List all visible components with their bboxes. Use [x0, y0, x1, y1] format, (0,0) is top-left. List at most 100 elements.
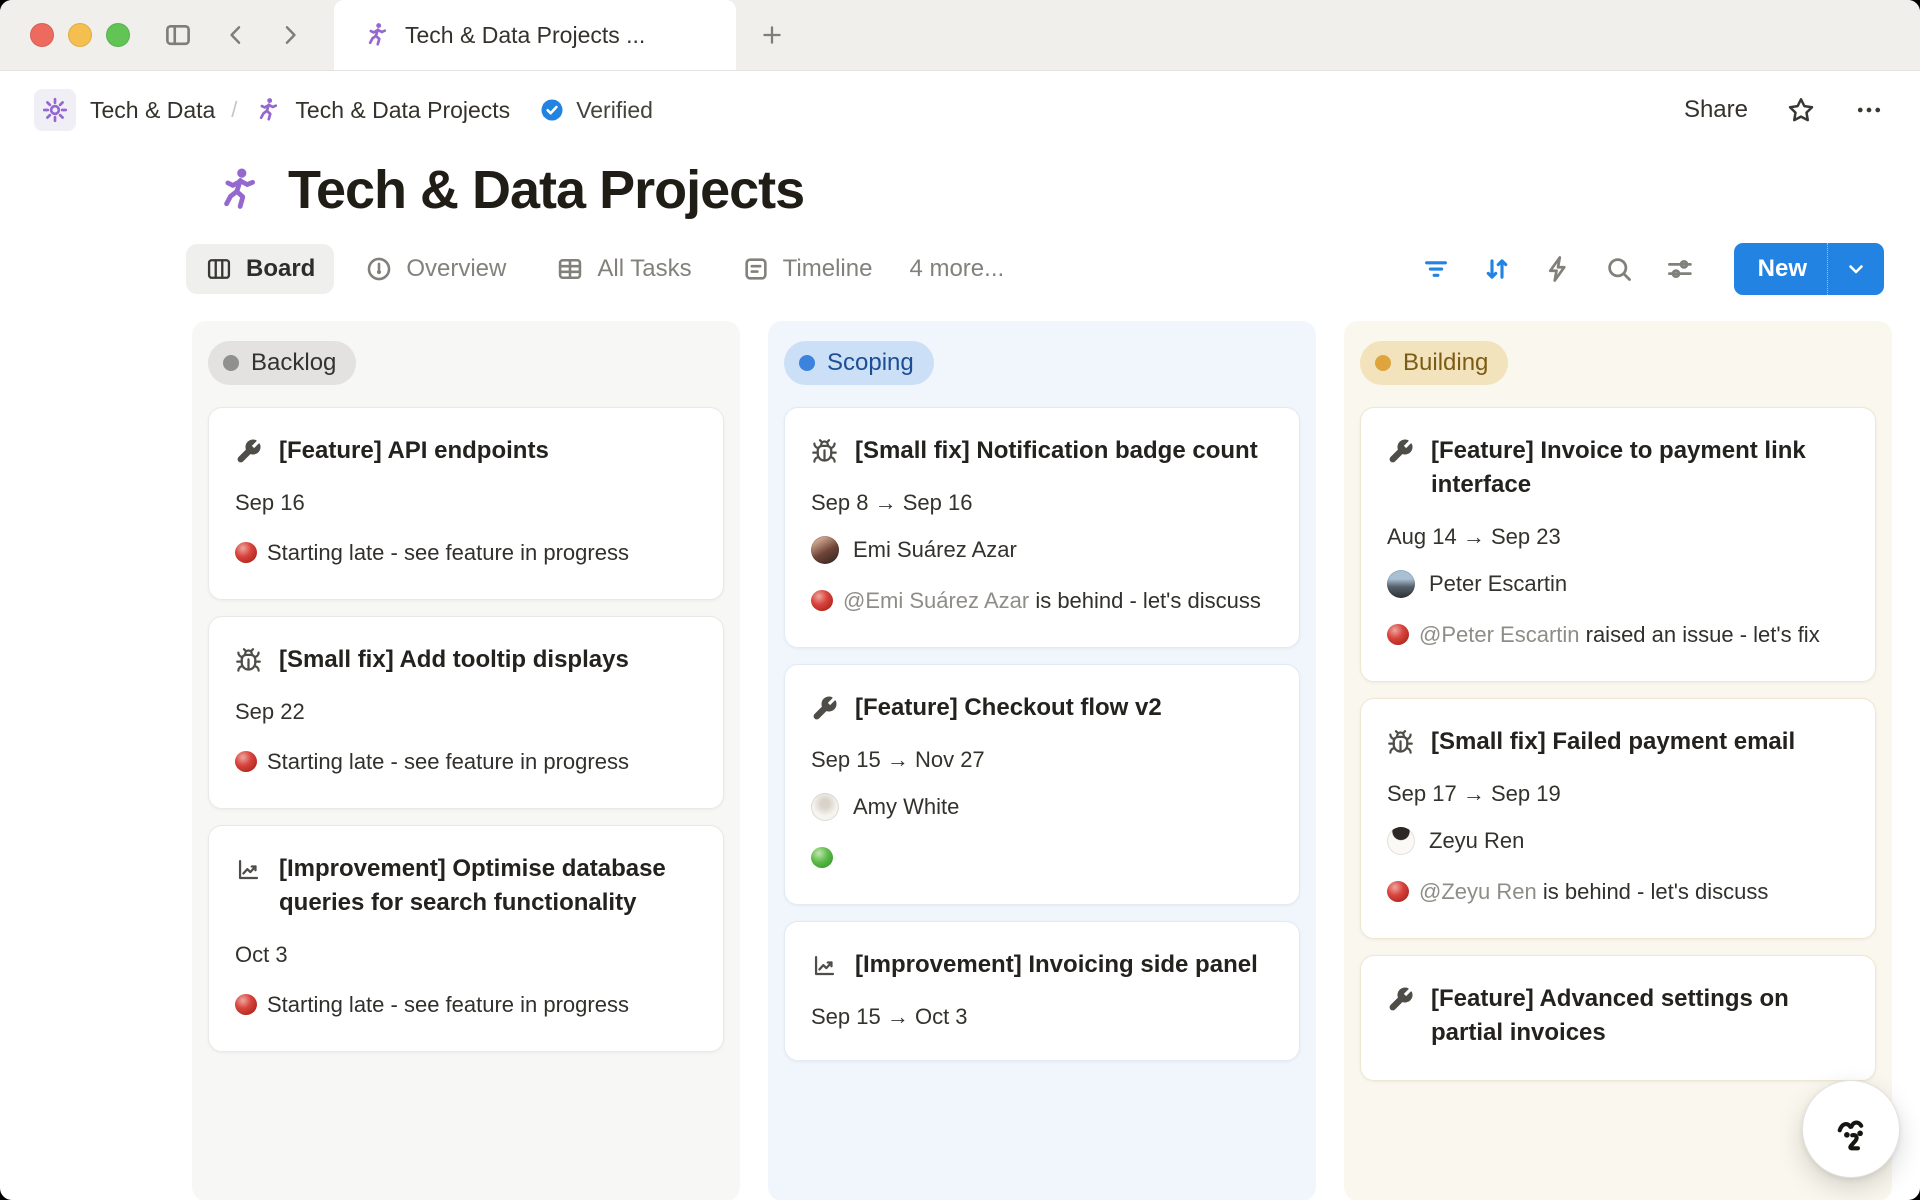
card-title: [Feature] API endpoints — [279, 434, 549, 468]
task-card[interactable]: [Improvement] Optimise database queries … — [208, 825, 724, 1052]
task-card[interactable]: [Small fix] Add tooltip displays Sep 22 … — [208, 616, 724, 809]
window-chrome: Tech & Data Projects ... — [0, 0, 1920, 71]
close-window-button[interactable] — [30, 23, 54, 47]
column-scoping: Scoping [Small fix] Notification badge c… — [768, 321, 1316, 1200]
back-icon[interactable] — [216, 15, 256, 55]
card-title: [Small fix] Failed payment email — [1431, 725, 1795, 759]
avatar — [811, 793, 839, 821]
sort-icon[interactable] — [1480, 252, 1514, 286]
status-dot-blue — [799, 355, 815, 371]
page-title[interactable]: Tech & Data Projects — [288, 159, 804, 221]
card-status: @Peter Escartin raised an issue - let's … — [1387, 618, 1849, 651]
minimize-window-button[interactable] — [68, 23, 92, 47]
verified-badge[interactable]: Verified — [538, 96, 653, 124]
new-button[interactable]: New — [1734, 243, 1827, 295]
sidebar-toggle-icon[interactable] — [158, 15, 198, 55]
column-building: Building [Feature] Invoice to payment li… — [1344, 321, 1892, 1200]
column-header-backlog[interactable]: Backlog — [208, 341, 356, 385]
new-tab-icon[interactable] — [752, 15, 792, 55]
card-status: @Emi Suárez Azar is behind - let's discu… — [811, 584, 1273, 617]
filter-icon[interactable] — [1419, 252, 1453, 286]
chevron-down-icon[interactable] — [1828, 243, 1884, 295]
card-status: Starting late - see feature in progress — [235, 988, 697, 1021]
card-date: Sep 8 → Sep 16 — [811, 490, 1273, 516]
breadcrumb-separator: / — [231, 97, 237, 123]
new-button-group: New — [1734, 243, 1884, 295]
share-button[interactable]: Share — [1684, 96, 1748, 124]
status-dot-yellow — [1375, 355, 1391, 371]
lightning-icon[interactable] — [1541, 252, 1575, 286]
card-date: Sep 22 — [235, 699, 697, 725]
overview-icon — [365, 255, 393, 283]
card-title-row: [Small fix] Failed payment email — [1387, 725, 1849, 759]
app-tab[interactable]: Tech & Data Projects ... — [334, 0, 736, 70]
card-title: [Small fix] Add tooltip displays — [279, 643, 629, 677]
card-status — [811, 841, 1273, 874]
assignee-name: Emi Suárez Azar — [853, 537, 1017, 563]
red-status-dot — [235, 542, 257, 563]
status-mention: @Peter Escartin — [1419, 622, 1580, 647]
header-actions: Share — [1684, 95, 1884, 125]
card-title-row: [Feature] Advanced settings on partial i… — [1387, 982, 1849, 1050]
card-title: [Feature] Checkout flow v2 — [855, 691, 1162, 725]
page-header: Tech & Data Projects — [0, 143, 1920, 231]
tab-timeline[interactable]: Timeline — [723, 244, 892, 294]
runner-icon — [253, 96, 281, 124]
card-assignee: Peter Escartin — [1387, 570, 1849, 598]
red-status-dot — [1387, 881, 1409, 902]
view-toolbar: New — [1419, 243, 1884, 295]
column-header-building[interactable]: Building — [1360, 341, 1508, 385]
card-title: [Feature] Advanced settings on partial i… — [1431, 982, 1849, 1050]
task-card[interactable]: [Feature] Checkout flow v2 Sep 15 → Nov … — [784, 664, 1300, 905]
task-card[interactable]: [Small fix] Failed payment email Sep 17 … — [1360, 698, 1876, 939]
forward-icon[interactable] — [270, 15, 310, 55]
assignee-name: Zeyu Ren — [1429, 828, 1524, 854]
runner-icon — [362, 21, 390, 49]
verified-badge-icon — [538, 96, 566, 124]
chart-icon — [235, 856, 262, 883]
tab-all-tasks[interactable]: All Tasks — [537, 244, 710, 294]
kanban-board: Backlog [Feature] API endpoints Sep 16 S… — [0, 295, 1920, 1200]
breadcrumb-page[interactable]: Tech & Data Projects — [253, 96, 510, 124]
card-status: Starting late - see feature in progress — [235, 536, 697, 569]
wrench-icon — [1387, 438, 1414, 465]
task-card[interactable]: [Improvement] Invoicing side panel Sep 1… — [784, 921, 1300, 1061]
workspace-icon-block[interactable] — [34, 89, 76, 131]
task-card[interactable]: [Feature] Advanced settings on partial i… — [1360, 955, 1876, 1081]
column-backlog: Backlog [Feature] API endpoints Sep 16 S… — [192, 321, 740, 1200]
card-assignee: Zeyu Ren — [1387, 827, 1849, 855]
ai-assistant-button[interactable] — [1802, 1080, 1900, 1178]
card-date: Aug 14 → Sep 23 — [1387, 524, 1849, 550]
bug-icon — [235, 647, 262, 674]
traffic-lights — [0, 0, 130, 70]
card-date: Sep 15 → Nov 27 — [811, 747, 1273, 773]
timeline-view-icon — [742, 255, 770, 283]
zoom-window-button[interactable] — [106, 23, 130, 47]
status-mention: @Zeyu Ren — [1419, 879, 1537, 904]
table-view-icon — [556, 255, 584, 283]
breadcrumb-workspace[interactable]: Tech & Data — [90, 97, 215, 124]
card-title-row: [Improvement] Invoicing side panel — [811, 948, 1273, 982]
card-title-row: [Small fix] Add tooltip displays — [235, 643, 697, 677]
avatar — [1387, 827, 1415, 855]
red-status-dot — [811, 590, 833, 611]
tab-overview[interactable]: Overview — [346, 244, 525, 294]
star-icon[interactable] — [1786, 95, 1816, 125]
card-title-row: [Feature] Invoice to payment link interf… — [1387, 434, 1849, 502]
task-card[interactable]: [Feature] Invoice to payment link interf… — [1360, 407, 1876, 682]
chart-icon — [811, 952, 838, 979]
assignee-name: Amy White — [853, 794, 959, 820]
red-status-dot — [1387, 624, 1409, 645]
settings-sliders-icon[interactable] — [1663, 252, 1697, 286]
wrench-icon — [235, 438, 262, 465]
card-assignee: Amy White — [811, 793, 1273, 821]
task-card[interactable]: [Small fix] Notification badge count Sep… — [784, 407, 1300, 648]
more-views-button[interactable]: 4 more... — [903, 244, 1010, 294]
tab-board[interactable]: Board — [186, 244, 334, 294]
column-header-scoping[interactable]: Scoping — [784, 341, 934, 385]
task-card[interactable]: [Feature] API endpoints Sep 16 Starting … — [208, 407, 724, 600]
gear-icon — [41, 96, 69, 124]
green-status-dot — [811, 847, 833, 868]
ellipsis-icon[interactable] — [1854, 95, 1884, 125]
search-icon[interactable] — [1602, 252, 1636, 286]
